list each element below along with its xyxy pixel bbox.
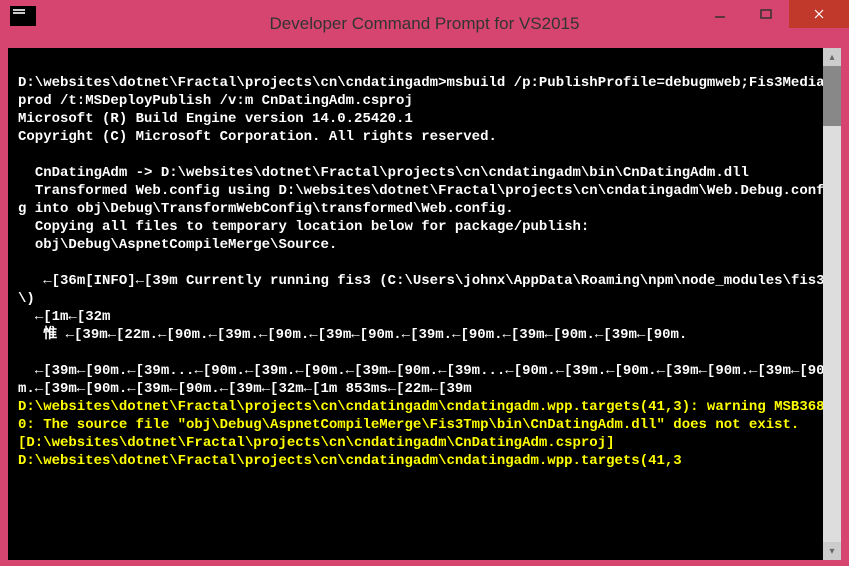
scroll-thumb[interactable] (823, 66, 841, 126)
minimize-icon (714, 8, 726, 20)
titlebar: Developer Command Prompt for VS2015 (0, 0, 849, 48)
scroll-up-button[interactable]: ▴ (823, 48, 841, 66)
minimize-button[interactable] (697, 0, 743, 28)
scrollbar[interactable]: ▴ ▾ (823, 48, 841, 560)
window-title: Developer Command Prompt for VS2015 (270, 14, 580, 34)
app-icon (10, 6, 36, 26)
maximize-icon (760, 8, 772, 20)
close-icon (813, 8, 825, 20)
console-output: D:\websites\dotnet\Fractal\projects\cn\c… (8, 48, 841, 478)
window-controls (697, 0, 849, 28)
scroll-down-button[interactable]: ▾ (823, 542, 841, 560)
close-button[interactable] (789, 0, 849, 28)
maximize-button[interactable] (743, 0, 789, 28)
console-area[interactable]: D:\websites\dotnet\Fractal\projects\cn\c… (8, 48, 841, 560)
